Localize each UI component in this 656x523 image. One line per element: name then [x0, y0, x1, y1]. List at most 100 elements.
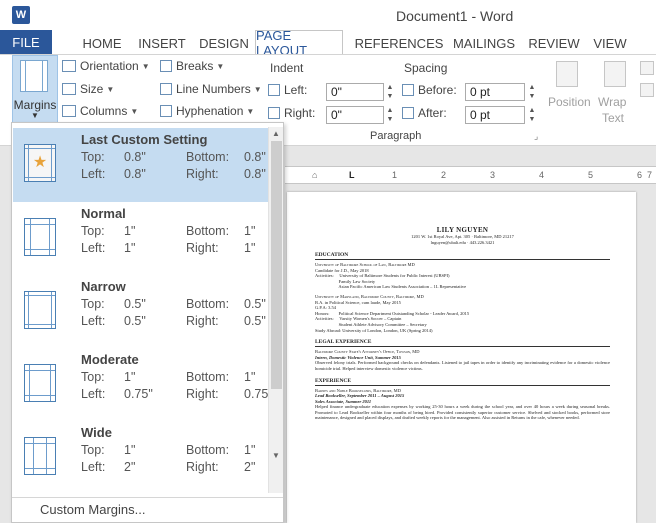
margins-button[interactable]: Margins ▼ — [12, 55, 58, 125]
margin-option-moderate[interactable]: Moderate Top: 1" Bottom: 1" Left: 0.75" … — [13, 348, 273, 422]
resume-paragraph: Observed felony trials. Performed backgr… — [315, 360, 610, 371]
chevron-down-icon: ▼ — [246, 106, 255, 116]
ruler-mark: 4 — [539, 170, 545, 180]
resume-contact: lnguyen@ubalt.edu · 443.226.3421 — [430, 240, 495, 245]
wrap-text-button-line2: Text — [602, 111, 625, 125]
scroll-up-icon[interactable]: ▲ — [269, 127, 283, 141]
word-app-icon: W — [12, 6, 30, 24]
paragraph-dialog-launcher-icon[interactable]: ⌟ — [534, 131, 538, 142]
wrap-text-icon — [604, 61, 626, 87]
chevron-down-icon: ▼ — [253, 84, 262, 94]
ruler-mark: 3 — [490, 170, 496, 180]
line-numbers-button[interactable]: Line Numbers ▼ — [160, 82, 262, 96]
spacing-after-label: After: — [402, 106, 447, 120]
spacing-before-input[interactable]: 0 pt — [465, 83, 525, 101]
spacing-before-spinner[interactable]: ▲ ▼ — [527, 83, 537, 101]
chevron-down-icon: ▼ — [141, 61, 150, 71]
spacing-after-input[interactable]: 0 pt — [465, 106, 525, 124]
hyphenation-icon — [160, 105, 172, 117]
orientation-icon — [62, 60, 76, 72]
star-icon: ★ — [32, 154, 48, 171]
line-numbers-icon — [160, 83, 172, 95]
margins-icon — [20, 60, 48, 92]
horizontal-ruler[interactable]: ⌂ L 1 2 3 4 5 6 7 — [285, 166, 656, 184]
ruler-tab-stop-icon[interactable]: L — [349, 170, 355, 180]
indent-group-title: Indent — [270, 61, 304, 75]
hyphenation-label: Hyphenation — [176, 104, 244, 118]
margin-option-last-custom[interactable]: ★ Last Custom Setting Top: 0.8" Bottom: … — [13, 128, 268, 202]
resume-line: Study Abroad: University of London, Lond… — [315, 327, 433, 333]
resume-name: LILY NGUYEN — [436, 226, 489, 234]
hyphenation-button[interactable]: Hyphenation ▼ — [160, 104, 254, 118]
tab-references[interactable]: REFERENCES — [352, 33, 446, 54]
chevron-down-icon: ▼ — [216, 61, 225, 71]
resume-paragraph: Helped finance undergraduate education e… — [315, 404, 610, 421]
ruler-mark: 6 — [637, 170, 643, 180]
tab-home[interactable]: HOME — [74, 33, 130, 54]
margin-option-title: Last Custom Setting — [81, 132, 208, 147]
indent-right-input[interactable]: 0" — [326, 106, 384, 124]
breaks-button[interactable]: Breaks ▼ — [160, 59, 224, 73]
page-margins-icon — [24, 364, 56, 402]
tab-insert[interactable]: INSERT — [134, 33, 190, 54]
line-numbers-label: Line Numbers — [176, 82, 251, 96]
indent-right-label: Right: — [268, 106, 315, 120]
document-page[interactable]: LILY NGUYEN 1201 W. 1st Royal Ave, Apt. … — [287, 192, 636, 523]
indent-left-input[interactable]: 0" — [326, 83, 384, 101]
page-margins-icon — [24, 218, 56, 256]
margin-option-title: Narrow — [81, 279, 126, 294]
section-heading: EDUCATION — [315, 252, 610, 260]
scroll-down-icon[interactable]: ▼ — [269, 449, 283, 463]
chevron-down-icon: ▼ — [106, 84, 115, 94]
dropdown-scrollbar[interactable]: ▲ ▼ — [268, 127, 283, 493]
indent-right-icon — [268, 107, 280, 119]
page-margins-icon — [24, 291, 56, 329]
margin-option-narrow[interactable]: Narrow Top: 0.5" Bottom: 0.5" Left: 0.5"… — [13, 275, 268, 349]
section-heading: EXPERIENCE — [315, 378, 610, 386]
breaks-icon — [160, 60, 172, 72]
ruler-indent-marker-icon[interactable]: ⌂ — [312, 170, 317, 180]
indent-left-label: Left: — [268, 83, 307, 97]
send-backward-icon — [640, 83, 654, 97]
bring-forward-icon — [640, 61, 654, 75]
orientation-button[interactable]: Orientation ▼ — [62, 59, 150, 73]
margins-label: Margins — [13, 98, 57, 112]
tab-view[interactable]: VIEW — [588, 33, 632, 54]
spacing-after-spinner[interactable]: ▲ ▼ — [527, 106, 537, 124]
section-heading: LEGAL EXPERIENCE — [315, 339, 610, 348]
indent-left-spinner[interactable]: ▲ ▼ — [385, 83, 395, 101]
tab-file[interactable]: FILE — [0, 30, 52, 54]
chevron-down-icon: ▼ — [31, 111, 39, 120]
margins-dropdown: ★ Last Custom Setting Top: 0.8" Bottom: … — [11, 122, 284, 523]
scrollbar-thumb[interactable] — [271, 141, 282, 389]
margin-option-title: Wide — [81, 425, 112, 440]
page-margins-icon — [24, 437, 56, 475]
page-margins-icon: ★ — [24, 144, 56, 182]
spacing-after-icon — [402, 107, 414, 119]
columns-icon — [62, 105, 76, 117]
ruler-mark: 7 — [647, 170, 653, 180]
chevron-down-icon: ▼ — [130, 106, 139, 116]
size-label: Size — [80, 82, 104, 96]
ribbon-tabs: FILE HOME INSERT DESIGN PAGE LAYOUT REFE… — [0, 28, 656, 58]
wrap-text-button-line1[interactable]: Wrap — [598, 95, 626, 109]
margin-option-wide[interactable]: Wide Top: 1" Bottom: 1" Left: 2" Right: … — [13, 421, 268, 495]
tab-design[interactable]: DESIGN — [196, 33, 252, 54]
columns-button[interactable]: Columns ▼ — [62, 104, 138, 118]
position-button[interactable]: Position — [548, 95, 591, 109]
title-bar: W Document1 - Word — [0, 0, 656, 30]
paragraph-group-title: Paragraph — [370, 130, 422, 142]
tab-page-layout[interactable]: PAGE LAYOUT — [255, 28, 343, 58]
breaks-label: Breaks — [176, 59, 214, 73]
margin-option-normal[interactable]: Normal Top: 1" Bottom: 1" Left: 1" Right… — [13, 202, 268, 276]
tab-review[interactable]: REVIEW — [522, 33, 586, 54]
size-button[interactable]: Size ▼ — [62, 82, 114, 96]
margin-option-title: Normal — [81, 206, 126, 221]
margin-option-title: Moderate — [81, 352, 139, 367]
custom-margins-button[interactable]: Custom Margins... — [12, 497, 283, 523]
document-title: Document1 - Word — [396, 8, 514, 24]
ruler-mark: 5 — [588, 170, 594, 180]
size-icon — [62, 83, 76, 95]
indent-right-spinner[interactable]: ▲ ▼ — [385, 106, 395, 124]
tab-mailings[interactable]: MAILINGS — [448, 33, 520, 54]
